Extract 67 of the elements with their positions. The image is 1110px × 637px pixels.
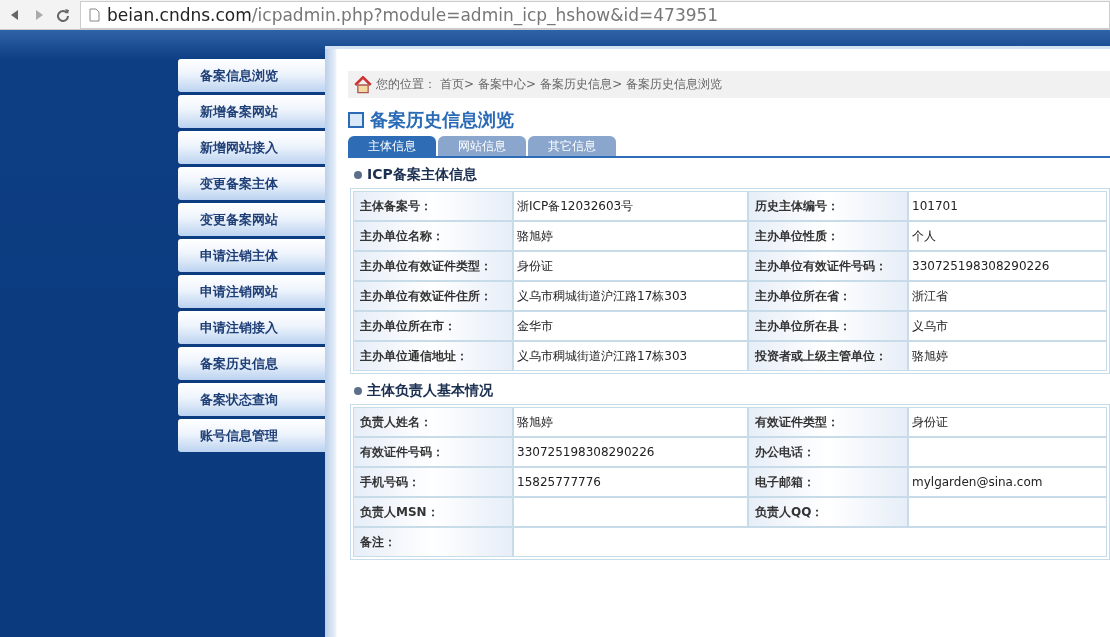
field-value: 金华市 bbox=[513, 311, 748, 341]
sidebar-item[interactable]: 申请注销网站 bbox=[178, 275, 325, 308]
field-label: 主办单位所在市： bbox=[353, 311, 513, 341]
field-value: 个人 bbox=[908, 221, 1107, 251]
field-label: 投资者或上级主管单位： bbox=[748, 341, 908, 371]
sidebar-item[interactable]: 变更备案网站 bbox=[178, 203, 325, 236]
sidebar-item[interactable]: 申请注销接入 bbox=[178, 311, 325, 344]
sidebar-item[interactable]: 账号信息管理 bbox=[178, 419, 325, 452]
reload-icon[interactable] bbox=[56, 7, 70, 22]
field-label: 负责人MSN： bbox=[353, 497, 513, 527]
sidebar-item[interactable]: 新增网站接入 bbox=[178, 131, 325, 164]
tab[interactable]: 主体信息 bbox=[348, 136, 436, 156]
field-value: 义乌市稠城街道沪江路17栋303 bbox=[513, 341, 748, 371]
field-label: 历史主体编号： bbox=[748, 191, 908, 221]
field-value: 骆旭婷 bbox=[908, 341, 1107, 371]
page-icon bbox=[87, 7, 101, 22]
house-icon bbox=[354, 75, 372, 94]
breadcrumb-link[interactable]: 首页> bbox=[440, 76, 475, 93]
field-label: 主办单位有效证件类型： bbox=[353, 251, 513, 281]
breadcrumb-link[interactable]: 备案历史信息> bbox=[540, 76, 623, 93]
field-label: 负责人姓名： bbox=[353, 407, 513, 437]
field-label: 主办单位通信地址： bbox=[353, 341, 513, 371]
field-value: 骆旭婷 bbox=[513, 221, 748, 251]
field-label: 备注： bbox=[353, 527, 513, 557]
field-value: 身份证 bbox=[908, 407, 1107, 437]
field-label: 主办单位有效证件住所： bbox=[353, 281, 513, 311]
field-label: 主办单位所在省： bbox=[748, 281, 908, 311]
breadcrumb-label: 您的位置： bbox=[376, 76, 436, 93]
field-label: 负责人QQ： bbox=[748, 497, 908, 527]
section-title: 主体负责人基本情况 bbox=[367, 382, 493, 400]
sidebar-item[interactable]: 新增备案网站 bbox=[178, 95, 325, 128]
field-value: 义乌市 bbox=[908, 311, 1107, 341]
sidebar-item[interactable]: 备案历史信息 bbox=[178, 347, 325, 380]
sidebar-item[interactable]: 备案信息浏览 bbox=[178, 59, 325, 92]
field-value: 101701 bbox=[908, 191, 1107, 221]
square-icon bbox=[348, 112, 364, 128]
field-value: 浙江省 bbox=[908, 281, 1107, 311]
field-label: 电子邮箱： bbox=[748, 467, 908, 497]
field-label: 有效证件类型： bbox=[748, 407, 908, 437]
field-label: 主体备案号： bbox=[353, 191, 513, 221]
address-bar[interactable]: beian.cndns.com/icpadmin.php?module=admin_icp_hshow&id=473951 bbox=[80, 0, 1110, 29]
breadcrumb-link[interactable]: 备案中心> bbox=[478, 76, 537, 93]
field-label: 办公电话： bbox=[748, 437, 908, 467]
field-label: 主办单位有效证件号码： bbox=[748, 251, 908, 281]
field-value: 330725198308290226 bbox=[513, 437, 748, 467]
section-title: ICP备案主体信息 bbox=[367, 166, 477, 184]
sidebar-item[interactable]: 申请注销主体 bbox=[178, 239, 325, 272]
field-value: 浙ICP备12032603号 bbox=[513, 191, 748, 221]
field-value: mylgarden@sina.com bbox=[908, 467, 1107, 497]
field-value: 身份证 bbox=[513, 251, 748, 281]
url-host: beian.cndns.com bbox=[107, 4, 252, 25]
bullet-icon bbox=[354, 387, 362, 395]
field-value: 330725198308290226 bbox=[908, 251, 1107, 281]
sidebar-item[interactable]: 变更备案主体 bbox=[178, 167, 325, 200]
field-value: 15825777776 bbox=[513, 467, 748, 497]
field-label: 主办单位所在县： bbox=[748, 311, 908, 341]
field-value: 骆旭婷 bbox=[513, 407, 748, 437]
field-label: 主办单位名称： bbox=[353, 221, 513, 251]
breadcrumb-link[interactable]: 备案历史信息浏览 bbox=[626, 76, 723, 93]
field-label: 手机号码： bbox=[353, 467, 513, 497]
field-label: 主办单位性质： bbox=[748, 221, 908, 251]
bullet-icon bbox=[354, 171, 362, 179]
sidebar-item[interactable]: 备案状态查询 bbox=[178, 383, 325, 416]
field-label: 有效证件号码： bbox=[353, 437, 513, 467]
url-path: /icpadmin.php?module=admin_icp_hshow&id=473951 bbox=[251, 4, 719, 25]
page-title: 备案历史信息浏览 bbox=[370, 108, 514, 132]
field-value: 义乌市稠城街道沪江路17栋303 bbox=[513, 281, 748, 311]
